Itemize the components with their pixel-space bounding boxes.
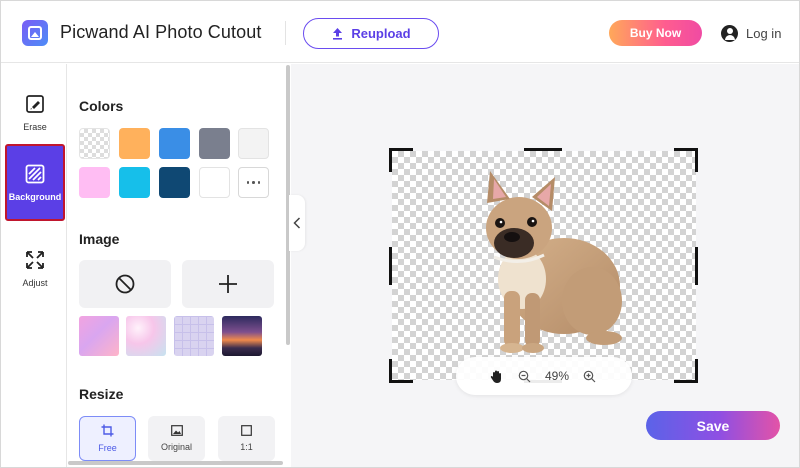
square-icon: [241, 425, 252, 436]
color-swatch-navy[interactable]: [159, 167, 190, 198]
crop-handle-right[interactable]: [695, 247, 698, 285]
more-icon: [246, 181, 250, 184]
resize-free-label: Free: [98, 443, 117, 453]
dog-cutout-image: [486, 171, 622, 353]
more-colors-button[interactable]: [238, 167, 269, 198]
image-preview[interactable]: [392, 151, 696, 380]
zoom-toolbar: 49%: [456, 357, 632, 395]
top-bar: Picwand AI Photo Cutout Reupload Buy Now…: [1, 1, 799, 63]
add-icon: [219, 275, 237, 293]
adjust-icon: [26, 251, 44, 269]
color-swatch-cyan[interactable]: [119, 167, 150, 198]
color-swatch-light-gray[interactable]: [238, 128, 269, 159]
color-swatch-gray[interactable]: [199, 128, 230, 159]
reupload-button[interactable]: Reupload: [303, 18, 439, 49]
colors-title: Colors: [79, 98, 124, 114]
resize-original-label: Original: [160, 442, 192, 452]
chevron-left-icon: [293, 217, 301, 229]
crop-icon: [101, 424, 114, 437]
crop-handle-top-left[interactable]: [389, 148, 413, 172]
save-button[interactable]: Save: [646, 411, 780, 440]
image-title: Image: [79, 231, 120, 247]
tool-erase-label: Erase: [23, 122, 47, 132]
image-thumb-gradient[interactable]: [79, 316, 119, 356]
color-swatch-blue[interactable]: [159, 128, 190, 159]
add-image-button[interactable]: [182, 260, 274, 308]
background-icon: [25, 164, 45, 183]
resize-square-label: 1:1: [240, 442, 253, 452]
crop-handle-top-right[interactable]: [674, 148, 698, 172]
color-swatch-pink[interactable]: [79, 167, 110, 198]
crop-handle-left[interactable]: [389, 247, 392, 285]
resize-title: Resize: [79, 386, 124, 402]
login-label: Log in: [746, 25, 782, 41]
app-title: Picwand AI Photo Cutout: [60, 22, 262, 42]
app-logo-icon: [22, 20, 48, 46]
reupload-label: Reupload: [351, 26, 411, 41]
erase-icon: [26, 95, 44, 113]
tool-erase[interactable]: Erase: [5, 76, 65, 150]
upload-icon: [333, 28, 343, 40]
zoom-out-icon[interactable]: [518, 370, 531, 383]
hand-pan-icon[interactable]: [490, 369, 504, 384]
panel-horizontal-scrollbar[interactable]: [68, 461, 283, 465]
color-swatch-orange[interactable]: [119, 128, 150, 159]
color-swatch-white[interactable]: [199, 167, 230, 198]
buy-now-button[interactable]: Buy Now: [609, 20, 702, 46]
login-button[interactable]: Log in: [721, 22, 781, 44]
tool-adjust-label: Adjust: [22, 278, 48, 288]
tool-background-label: Background: [8, 191, 62, 202]
image-icon: [170, 425, 183, 436]
crop-handle-bottom-left[interactable]: [389, 359, 413, 383]
resize-free-button[interactable]: Free: [79, 416, 136, 461]
zoom-level: 49%: [545, 369, 570, 383]
tool-rail: Erase Background Adjust: [1, 64, 67, 467]
collapse-panel-button[interactable]: [289, 195, 305, 251]
tool-background[interactable]: Background: [5, 144, 65, 221]
tool-adjust[interactable]: Adjust: [5, 232, 65, 306]
no-image-button[interactable]: [79, 260, 171, 308]
color-swatch-transparent[interactable]: [79, 128, 110, 159]
user-icon: [721, 24, 738, 42]
image-thumb-sunset[interactable]: [222, 316, 262, 356]
background-panel: Colors Image Resize Free Original 1:1: [68, 64, 291, 467]
zoom-in-icon[interactable]: [583, 370, 596, 383]
app-window: Picwand AI Photo Cutout Reupload Buy Now…: [0, 0, 800, 468]
header-divider: [285, 21, 286, 45]
resize-original-button[interactable]: Original: [148, 416, 205, 461]
resize-square-button[interactable]: 1:1: [218, 416, 275, 461]
image-thumb-grid[interactable]: [174, 316, 214, 356]
image-thumb-bokeh[interactable]: [126, 316, 166, 356]
none-icon: [115, 274, 135, 294]
crop-handle-bottom-right[interactable]: [674, 359, 698, 383]
crop-handle-top[interactable]: [524, 148, 562, 151]
